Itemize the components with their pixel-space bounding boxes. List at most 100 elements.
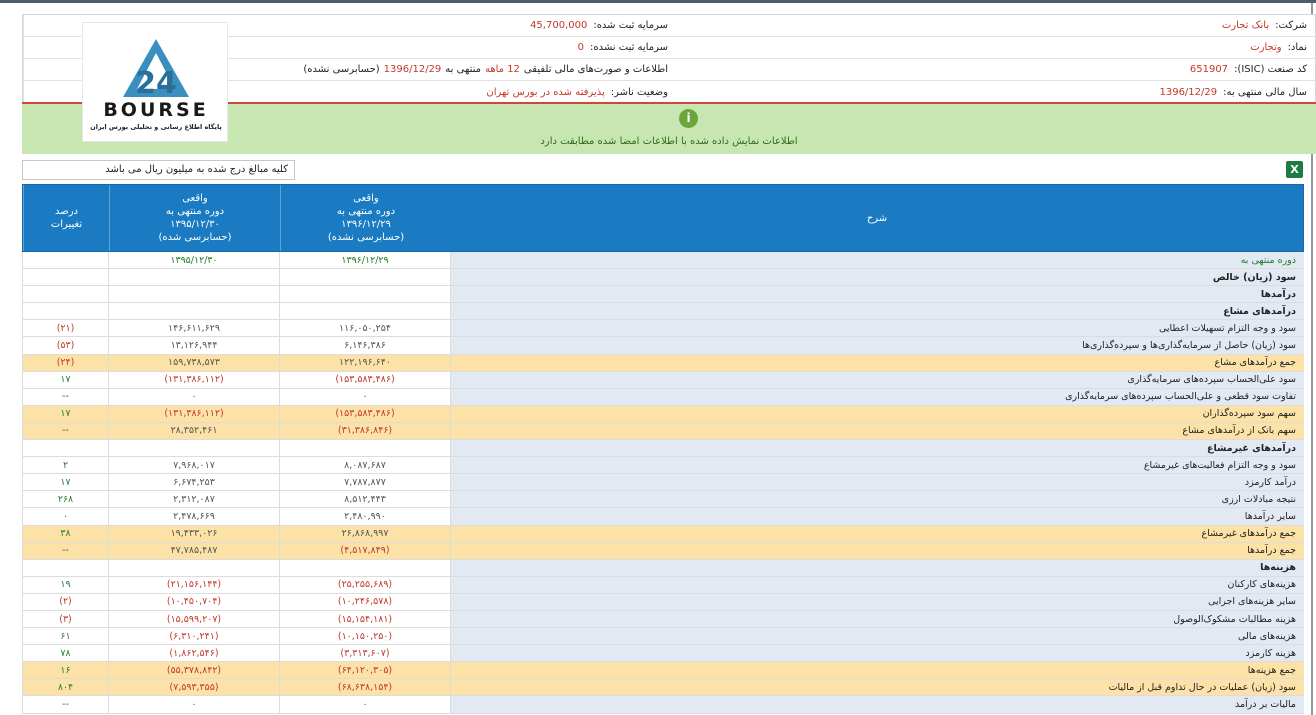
table-header: شرح واقعی دوره منتهی به ۱۳۹۶/۱۲/۲۹ (حساب… (22, 184, 1304, 252)
row-desc: هزینه کارمزد (450, 645, 1304, 662)
row-value-1396: ۰ (279, 388, 450, 405)
row-change-percent: ۱۹ (22, 576, 108, 593)
row-value-1395: (۲۱,۱۵۶,۱۴۴) (108, 576, 279, 593)
row-value-1395: ۱۹,۴۳۳,۰۲۶ (108, 525, 279, 542)
row-desc: نتیجه مبادلات ارزی (450, 491, 1304, 508)
table-row: درآمد کارمزد ۷,۷۸۷,۸۷۷ ۶,۶۷۴,۲۵۳ ۱۷ (22, 474, 1304, 492)
row-desc: هزینه‌های مالی (450, 628, 1304, 645)
table-row: سهم بانک از درآمدهای مشاع (۳۱,۳۸۶,۸۴۶) ۲۸,… (22, 422, 1304, 441)
table-row: دوره منتهی به ۱۳۹۶/۱۲/۲۹ ۱۳۹۵/۱۲/۳۰ (22, 252, 1304, 270)
header-col2-line1: واقعی (182, 193, 208, 204)
row-value-1395: ۰ (108, 696, 279, 713)
isic-value: 651907 (1189, 64, 1229, 75)
symbol-value[interactable]: وتجارت (1250, 42, 1281, 53)
row-desc: هزینه‌ها (450, 559, 1304, 576)
row-change-percent: (۲۴) (22, 354, 108, 371)
header-col3-line2: تغییرات (50, 219, 83, 230)
row-value-1395: ۱۴۶,۶۱۱,۶۲۹ (108, 320, 279, 337)
row-change-percent: ۶۱ (22, 628, 108, 645)
row-value-1396: (۱۵,۱۵۴,۱۸۱) (279, 610, 450, 628)
row-value-1395: ۱۳۹۵/۱۲/۳۰ (108, 252, 279, 269)
row-change-percent: -- (22, 422, 108, 440)
symbol-row: نماد: وتجارت (674, 37, 1315, 59)
row-value-1396: (۱۵۳,۵۸۳,۴۸۶) (279, 405, 450, 422)
statement-suffix: (حسابرسی نشده) (303, 64, 380, 75)
table-row: سود (زیان) حاصل از سرمایه‌گذاری‌ها و سپر… (22, 337, 1304, 355)
row-change-percent (22, 440, 108, 457)
publisher-value: پذیرفته شده در بورس تهران (486, 86, 605, 98)
row-desc: هزینه مطالبات مشکوک‌الوصول (450, 610, 1304, 628)
row-change-percent: (۵۳) (22, 337, 108, 354)
row-value-1395 (108, 269, 279, 286)
row-value-1395 (108, 286, 279, 303)
row-value-1395: ۷,۹۶۸,۰۱۷ (108, 457, 279, 474)
row-desc: سود (زیان) عملیات در حال تداوم قبل از ما… (450, 679, 1304, 696)
logo-wordmark: BOURSE (103, 99, 209, 121)
row-desc: درآمد کارمزد (450, 474, 1304, 491)
row-desc: جمع درآمدها (450, 542, 1304, 559)
row-value-1395: (۶,۳۱۰,۲۴۱) (108, 628, 279, 645)
statement-mid: منتهی به (445, 64, 481, 75)
row-desc: سهم سود سپرده‌گذاران (450, 405, 1304, 422)
header-col2: واقعی دوره منتهی به ۱۳۹۵/۱۲/۳۰ (حسابرسی … (109, 185, 280, 251)
table-row: هزینه کارمزد (۳,۳۱۳,۶۰۷) (۱,۸۶۲,۵۴۶) ۷۸ (22, 645, 1304, 663)
row-change-percent: (۲۱) (22, 320, 108, 337)
row-value-1395: ۱۵۹,۷۳۸,۵۷۳ (108, 354, 279, 371)
table-row: هزینه‌های مالی (۱۰,۱۵۰,۲۵۰) (۶,۳۱۰,۲۴۱) ۶۱ (22, 628, 1304, 646)
table-row: درآمدهای غیرمشاع (22, 440, 1304, 458)
row-value-1395: (۱۳۱,۳۸۶,۱۱۲) (108, 405, 279, 422)
table-row: درآمدهای مشاع (22, 303, 1304, 321)
table-row: هزینه مطالبات مشکوک‌الوصول (۱۵,۱۵۴,۱۸۱) (۱… (22, 610, 1304, 629)
table-row: سهم سود سپرده‌گذاران (۱۵۳,۵۸۳,۴۸۶) (۱۳۱,۳۸… (22, 405, 1304, 423)
row-change-percent: ۲ (22, 457, 108, 474)
table-row: سود و وجه التزام تسهیلات اعطایی ۱۱۶,۰۵۰,۲… (22, 320, 1304, 338)
row-value-1396: (۳۱,۳۸۶,۸۴۶) (279, 422, 450, 440)
statement-date: 1396/12/29 (383, 64, 442, 75)
header-col1-line2: دوره منتهی به (336, 206, 396, 217)
row-value-1395: ۲۸,۳۵۲,۴۶۱ (108, 422, 279, 440)
row-change-percent: ۳۸ (22, 525, 108, 542)
row-value-1395 (108, 559, 279, 576)
row-value-1396: ۱۱۶,۰۵۰,۲۵۴ (279, 320, 450, 337)
row-value-1396: (۳,۳۱۳,۶۰۷) (279, 645, 450, 662)
units-note: کلیه مبالغ درج شده به میلیون ریال می باش… (22, 160, 295, 180)
table-row: تفاوت سود قطعی و علی‌الحساب سپرده‌های سر… (22, 388, 1304, 406)
header-col3-line1: درصد (54, 206, 79, 217)
row-change-percent: -- (22, 696, 108, 713)
table-row: مالیات بر درآمد ۰ ۰ -- (22, 696, 1304, 714)
row-value-1396: (۱۰,۱۵۰,۲۵۰) (279, 628, 450, 645)
row-value-1395: ۲,۴۷۸,۶۶۹ (108, 508, 279, 525)
row-value-1396: (۴,۵۱۷,۸۴۹) (279, 542, 450, 559)
table-row: جمع درآمدهای مشاع ۱۲۲,۱۹۶,۶۴۰ ۱۵۹,۷۳۸,۵۷۳(… (22, 354, 1304, 372)
header-col1-line3: ۱۳۹۶/۱۲/۲۹ (341, 219, 391, 230)
row-change-percent: -- (22, 388, 108, 405)
row-change-percent: ۱۷ (22, 405, 108, 422)
table-body: دوره منتهی به ۱۳۹۶/۱۲/۲۹ ۱۳۹۵/۱۲/۳۰ سود (زی… (22, 252, 1304, 714)
logo-subtitle: پایگاه اطلاع رسانی و تحلیلی بورس ایران (90, 123, 222, 131)
row-desc: جمع درآمدهای مشاع (450, 354, 1304, 371)
row-change-percent: ۸۰۴ (22, 679, 108, 696)
company-value[interactable]: بانک تجارت (1222, 20, 1269, 31)
row-desc: سایر هزینه‌های اجرایی (450, 593, 1304, 610)
info-icon: i (679, 109, 698, 128)
row-value-1395: (۱,۸۶۲,۵۴۶) (108, 645, 279, 662)
row-change-percent: ۷۸ (22, 645, 108, 662)
row-change-percent: ۱۷ (22, 474, 108, 491)
table-row: جمع هزینه‌ها (۶۴,۱۲۰,۳۰۵) (۵۵,۳۷۸,۸۴۲) ۱۶ (22, 662, 1304, 680)
row-value-1396: ۷,۷۸۷,۸۷۷ (279, 474, 450, 491)
table-row: درآمدها (22, 286, 1304, 304)
row-value-1396: (۶۸,۶۳۸,۱۵۴) (279, 679, 450, 696)
row-value-1396: ۸,۵۱۲,۴۴۳ (279, 491, 450, 508)
row-value-1396 (279, 559, 450, 576)
row-change-percent: ۱۷ (22, 371, 108, 388)
row-desc: سود و وجه التزام تسهیلات اعطایی (450, 320, 1304, 337)
row-value-1396: ۸,۰۸۷,۶۸۷ (279, 457, 450, 474)
row-desc: تفاوت سود قطعی و علی‌الحساب سپرده‌های سر… (450, 388, 1304, 405)
row-value-1396: (۶۴,۱۲۰,۳۰۵) (279, 662, 450, 679)
row-desc: درآمدهای مشاع (450, 303, 1304, 320)
row-change-percent: (۲) (22, 593, 108, 610)
header-col1: واقعی دوره منتهی به ۱۳۹۶/۱۲/۲۹ (حسابرسی … (280, 185, 451, 251)
row-desc: سود علی‌الحساب سپرده‌های سرمایه‌گذاری (450, 371, 1304, 388)
excel-export-icon[interactable]: X (1286, 161, 1303, 178)
row-change-percent: ۲۶۸ (22, 491, 108, 508)
